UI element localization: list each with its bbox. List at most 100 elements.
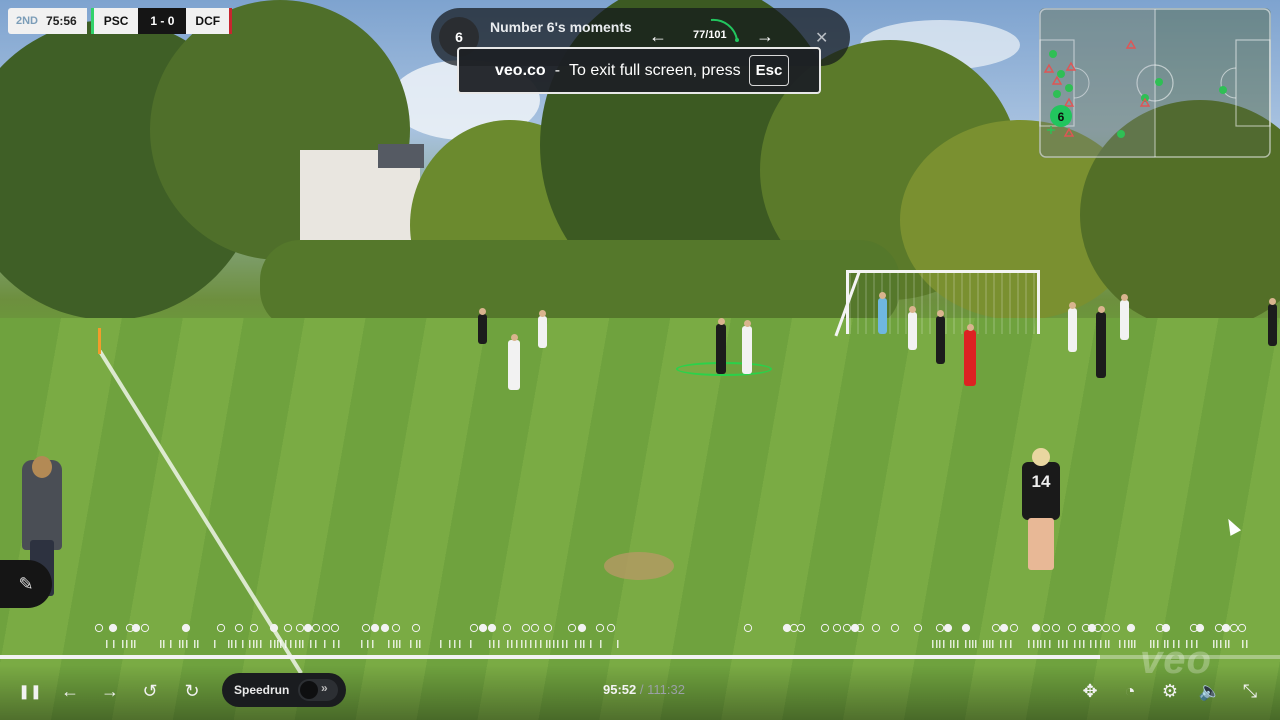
rewind-5-icon[interactable]: ↺ bbox=[136, 679, 164, 703]
event-marker[interactable] bbox=[321, 623, 331, 633]
timecode: 95:52 / 111:32 bbox=[603, 682, 685, 697]
event-marker[interactable] bbox=[1214, 623, 1224, 633]
event-marker[interactable] bbox=[999, 623, 1009, 633]
event-marker[interactable] bbox=[391, 623, 401, 633]
event-marker[interactable] bbox=[216, 623, 226, 633]
exit-fullscreen-icon[interactable]: ⤡ bbox=[1236, 679, 1264, 703]
arrow-left-icon[interactable]: ← bbox=[56, 679, 84, 703]
event-marker[interactable] bbox=[567, 623, 577, 633]
draw-icon[interactable]: ✎ bbox=[0, 560, 52, 608]
event-tick bbox=[179, 640, 181, 648]
event-marker[interactable] bbox=[1237, 623, 1247, 633]
event-marker[interactable] bbox=[606, 623, 616, 633]
speedrun-toggle[interactable]: Speedrun » bbox=[222, 673, 346, 707]
event-tick bbox=[277, 640, 279, 648]
event-marker[interactable] bbox=[530, 623, 540, 633]
event-marker[interactable] bbox=[295, 623, 305, 633]
event-marker[interactable] bbox=[1161, 623, 1171, 633]
forward-5-icon[interactable]: ↻ bbox=[178, 679, 206, 703]
event-marker[interactable] bbox=[303, 623, 313, 633]
arrow-left-icon[interactable]: ← bbox=[649, 26, 667, 47]
event-tick bbox=[449, 640, 451, 648]
corner-flag bbox=[98, 328, 101, 354]
event-marker[interactable] bbox=[842, 623, 852, 633]
event-marker[interactable] bbox=[743, 623, 753, 633]
arrow-right-icon[interactable]: → bbox=[756, 26, 774, 47]
event-marker[interactable] bbox=[832, 623, 842, 633]
gear-icon[interactable]: ⚙ bbox=[1156, 679, 1184, 703]
event-marker[interactable] bbox=[595, 623, 605, 633]
event-tick bbox=[170, 640, 172, 648]
event-marker[interactable] bbox=[249, 623, 259, 633]
event-marker[interactable] bbox=[131, 623, 141, 633]
event-marker[interactable] bbox=[487, 623, 497, 633]
player bbox=[716, 318, 726, 374]
arrow-right-icon[interactable]: → bbox=[96, 679, 124, 703]
event-marker[interactable] bbox=[521, 623, 531, 633]
event-marker[interactable] bbox=[1221, 623, 1231, 633]
event-marker[interactable] bbox=[94, 623, 104, 633]
event-tick bbox=[249, 640, 251, 648]
speedrun-switch[interactable]: » bbox=[298, 679, 338, 701]
close-icon[interactable]: ✕ bbox=[815, 28, 828, 48]
event-marker[interactable] bbox=[913, 623, 923, 633]
event-marker[interactable] bbox=[782, 623, 792, 633]
event-marker[interactable] bbox=[961, 623, 971, 633]
minimap[interactable]: 6 bbox=[1039, 8, 1271, 158]
event-marker[interactable] bbox=[380, 623, 390, 633]
event-marker[interactable] bbox=[1067, 623, 1077, 633]
event-marker[interactable] bbox=[789, 623, 799, 633]
event-marker[interactable] bbox=[871, 623, 881, 633]
scoreboard: 2ND 75:56 PSC 1 - 0 DCF bbox=[8, 8, 233, 34]
event-marker[interactable] bbox=[108, 623, 118, 633]
event-marker[interactable] bbox=[1126, 623, 1136, 633]
event-tick bbox=[280, 640, 282, 648]
event-marker[interactable] bbox=[543, 623, 553, 633]
event-marker[interactable] bbox=[1229, 623, 1239, 633]
event-marker[interactable] bbox=[283, 623, 293, 633]
event-marker[interactable] bbox=[269, 623, 279, 633]
event-marker[interactable] bbox=[478, 623, 488, 633]
event-marker[interactable] bbox=[820, 623, 830, 633]
event-marker[interactable] bbox=[1195, 623, 1205, 633]
event-marker[interactable] bbox=[1041, 623, 1051, 633]
event-marker[interactable] bbox=[991, 623, 1001, 633]
event-tick bbox=[295, 640, 297, 648]
event-marker[interactable] bbox=[234, 623, 244, 633]
event-marker[interactable] bbox=[311, 623, 321, 633]
event-tick bbox=[1033, 640, 1035, 648]
event-tick bbox=[1128, 640, 1130, 648]
event-marker[interactable] bbox=[411, 623, 421, 633]
event-tick bbox=[600, 640, 602, 648]
event-marker[interactable] bbox=[502, 623, 512, 633]
speedometer-icon[interactable]: ◔ bbox=[1116, 679, 1144, 703]
pause-icon[interactable]: ❚❚ bbox=[16, 679, 44, 703]
event-marker[interactable] bbox=[796, 623, 806, 633]
event-marker[interactable] bbox=[890, 623, 900, 633]
event-marker[interactable] bbox=[140, 623, 150, 633]
time-separator: / bbox=[639, 682, 644, 697]
event-marker[interactable] bbox=[1009, 623, 1019, 633]
volume-icon[interactable]: 🔈 bbox=[1196, 679, 1224, 703]
event-marker[interactable] bbox=[1111, 623, 1121, 633]
event-marker[interactable] bbox=[181, 623, 191, 633]
event-marker[interactable] bbox=[1031, 623, 1041, 633]
event-tick bbox=[1242, 640, 1244, 648]
esc-key: Esc bbox=[748, 55, 790, 86]
event-marker[interactable] bbox=[469, 623, 479, 633]
home-team: PSC bbox=[90, 8, 139, 34]
event-marker[interactable] bbox=[577, 623, 587, 633]
event-marker[interactable] bbox=[370, 623, 380, 633]
event-marker[interactable] bbox=[1051, 623, 1061, 633]
event-marker[interactable] bbox=[361, 623, 371, 633]
event-marker[interactable] bbox=[330, 623, 340, 633]
event-tick bbox=[957, 640, 959, 648]
event-tick bbox=[1134, 640, 1136, 648]
seek-bar[interactable] bbox=[0, 655, 1280, 659]
event-markers[interactable] bbox=[0, 622, 1280, 652]
event-marker[interactable] bbox=[1101, 623, 1111, 633]
event-marker[interactable] bbox=[943, 623, 953, 633]
move-icon[interactable]: ✥ bbox=[1076, 679, 1104, 703]
event-marker[interactable] bbox=[935, 623, 945, 633]
event-tick bbox=[943, 640, 945, 648]
